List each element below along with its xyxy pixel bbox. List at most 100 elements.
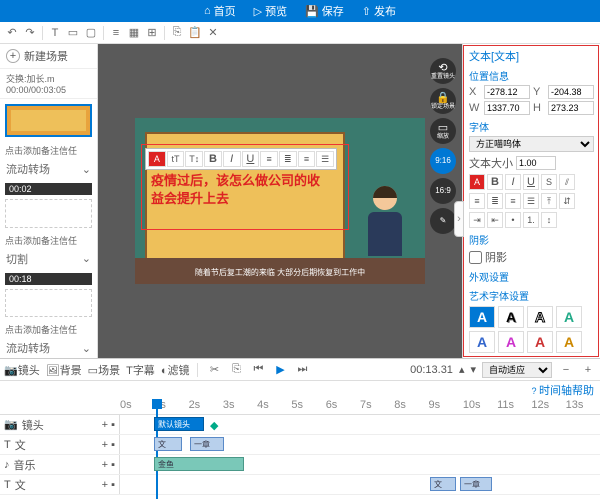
canvas-text[interactable]: 疫情过后，该怎么做公司的收益会提升上去 xyxy=(151,172,329,208)
scene-thumbnail-3[interactable] xyxy=(5,289,92,317)
paste-icon[interactable]: 📋 xyxy=(187,25,203,41)
clip-lens[interactable]: 默认镜头 xyxy=(154,417,204,431)
text-tool-icon[interactable]: T xyxy=(47,25,63,41)
undo-icon[interactable]: ↶ xyxy=(4,25,20,41)
w-input[interactable] xyxy=(484,101,530,115)
font-size-input[interactable] xyxy=(516,156,556,170)
track-sub-label: 文 xyxy=(15,477,26,493)
list-bullet-icon[interactable]: • xyxy=(505,212,521,228)
h-input[interactable] xyxy=(548,101,594,115)
subtitle-tab[interactable]: T字幕 xyxy=(126,362,155,378)
transition-label[interactable]: 流动转场 xyxy=(6,161,50,177)
play-icon[interactable]: ▶ xyxy=(272,362,288,378)
panel-title: 文本[文本] xyxy=(469,48,594,64)
add-note-button[interactable]: 点击添加备注信任 xyxy=(5,144,92,157)
cut-icon[interactable]: ✂ xyxy=(206,362,222,378)
publish-button[interactable]: ⇧发布 xyxy=(354,1,404,21)
home-button[interactable]: ⌂首页 xyxy=(196,1,244,21)
keyframe-icon[interactable]: ◆ xyxy=(210,419,218,432)
art-style-3[interactable]: A xyxy=(527,306,553,328)
copy-icon[interactable]: ⎘ xyxy=(169,25,185,41)
bold-icon[interactable]: B xyxy=(487,174,503,190)
clip-text-2[interactable]: 一章 xyxy=(190,437,224,451)
copy-icon[interactable]: ⎘ xyxy=(228,362,244,378)
align-center-icon[interactable]: ≣ xyxy=(487,193,503,209)
align-justify-icon[interactable]: ☰ xyxy=(523,193,539,209)
scene-thumbnail-1[interactable] xyxy=(5,104,92,137)
aspect-169-button[interactable]: 16:9 xyxy=(430,178,456,204)
time-ruler[interactable]: 0s1s2s3s4s5s6s7s8s9s10s11s12s13s xyxy=(0,399,600,415)
scene-thumbnail-2[interactable] xyxy=(5,199,92,227)
bg-tab[interactable]: 🖼背景 xyxy=(46,362,82,378)
cut-label[interactable]: 切割 xyxy=(6,251,28,267)
transition-label-3[interactable]: 流动转场 xyxy=(6,340,50,356)
aspect-916-button[interactable]: 9:16 xyxy=(430,148,456,174)
clip-sub-1[interactable]: 文 xyxy=(430,477,456,491)
shadow-checkbox[interactable] xyxy=(469,251,482,264)
next-icon[interactable]: ⏭ xyxy=(294,362,310,378)
clip-audio[interactable]: 金鱼 xyxy=(154,457,244,471)
time-down-icon[interactable]: ▾ xyxy=(470,363,476,376)
indent-icon[interactable]: ⇥ xyxy=(469,212,485,228)
zoom-out-icon[interactable]: − xyxy=(558,362,574,378)
properties-panel: 文本[文本] 位置信息 XY WH 字体 方正喵呜体 文本大小 A B I U … xyxy=(462,44,600,358)
art-style-4[interactable]: A xyxy=(556,306,582,328)
layer-icon[interactable]: ▦ xyxy=(126,25,142,41)
scene-tab[interactable]: ▭场景 xyxy=(88,362,120,378)
autofit-select[interactable]: 自动适应 xyxy=(482,362,552,378)
outdent-icon[interactable]: ⇤ xyxy=(487,212,503,228)
art-style-5[interactable]: A xyxy=(469,331,495,353)
clip-sub-2[interactable]: 一章 xyxy=(460,477,492,491)
reset-camera-button[interactable]: ⟲重置镜头 xyxy=(430,58,456,84)
add-note-button-3[interactable]: 点击添加备注信任 xyxy=(5,323,92,336)
align-left-icon[interactable]: ≡ xyxy=(469,193,485,209)
section-shadow: 阴影 xyxy=(469,232,594,247)
art-style-6[interactable]: A xyxy=(498,331,524,353)
expand-handle[interactable]: › xyxy=(454,201,464,237)
chevron-down-icon[interactable]: ⌄ xyxy=(82,342,91,355)
art-style-2[interactable]: A xyxy=(498,306,524,328)
spacing-icon[interactable]: ↕ xyxy=(541,212,557,228)
align-icon[interactable]: ≡ xyxy=(108,25,124,41)
play-icon: ▷ xyxy=(254,5,262,18)
prev-icon[interactable]: ⏮ xyxy=(250,362,266,378)
time-up-icon[interactable]: ▴ xyxy=(459,363,465,376)
valign-top-icon[interactable]: ⤒ xyxy=(541,193,557,209)
home-icon: ⌂ xyxy=(204,5,211,17)
align-right-icon[interactable]: ≡ xyxy=(505,193,521,209)
delete-icon[interactable]: ✕ xyxy=(205,25,221,41)
text-color-icon[interactable]: A xyxy=(469,174,485,190)
preview-button[interactable]: ▷预览 xyxy=(246,1,295,21)
art-style-1[interactable]: A xyxy=(469,306,495,328)
stage[interactable]: A tT T↕ B I U ≡ ≣ ≡ ☰ 疫情过后，该怎么做公司的收益会提升上… xyxy=(135,118,425,284)
chevron-down-icon[interactable]: ⌄ xyxy=(82,252,91,265)
new-scene-button[interactable]: + 新建场景 xyxy=(0,44,97,69)
help-link[interactable]: ? 时间轴帮助 xyxy=(531,386,594,396)
filter-tab[interactable]: ◐滤镜 xyxy=(161,362,190,378)
group-icon[interactable]: ⊞ xyxy=(144,25,160,41)
lens-tab[interactable]: 📷镜头 xyxy=(4,362,40,378)
y-input[interactable] xyxy=(548,85,594,99)
underline-icon[interactable]: U xyxy=(523,174,539,190)
zoom-in-icon[interactable]: + xyxy=(580,362,596,378)
zoom-button[interactable]: ▭缩放 xyxy=(430,118,456,144)
lock-scene-button[interactable]: 🔒锁定场景 xyxy=(430,88,456,114)
art-style-7[interactable]: A xyxy=(527,331,553,353)
add-note-button-2[interactable]: 点击添加备注信任 xyxy=(5,234,92,247)
font-select[interactable]: 方正喵呜体 xyxy=(469,136,594,152)
image-tool-icon[interactable]: ▢ xyxy=(83,25,99,41)
list-num-icon[interactable]: 1. xyxy=(523,212,539,228)
x-input[interactable] xyxy=(484,85,530,99)
art-style-8[interactable]: A xyxy=(556,331,582,353)
valign-mid-icon[interactable]: ⇵ xyxy=(559,193,575,209)
edit-button[interactable]: ✎ xyxy=(430,208,456,234)
redo-icon[interactable]: ↷ xyxy=(22,25,38,41)
clip-text-1[interactable]: 文 xyxy=(154,437,182,451)
clear-format-icon[interactable]: ⫽ xyxy=(559,174,575,190)
strike-icon[interactable]: S xyxy=(541,174,557,190)
shape-tool-icon[interactable]: ▭ xyxy=(65,25,81,41)
save-button[interactable]: 💾保存 xyxy=(297,1,352,21)
italic-icon[interactable]: I xyxy=(505,174,521,190)
character[interactable] xyxy=(363,186,407,262)
chevron-down-icon[interactable]: ⌄ xyxy=(82,163,91,176)
